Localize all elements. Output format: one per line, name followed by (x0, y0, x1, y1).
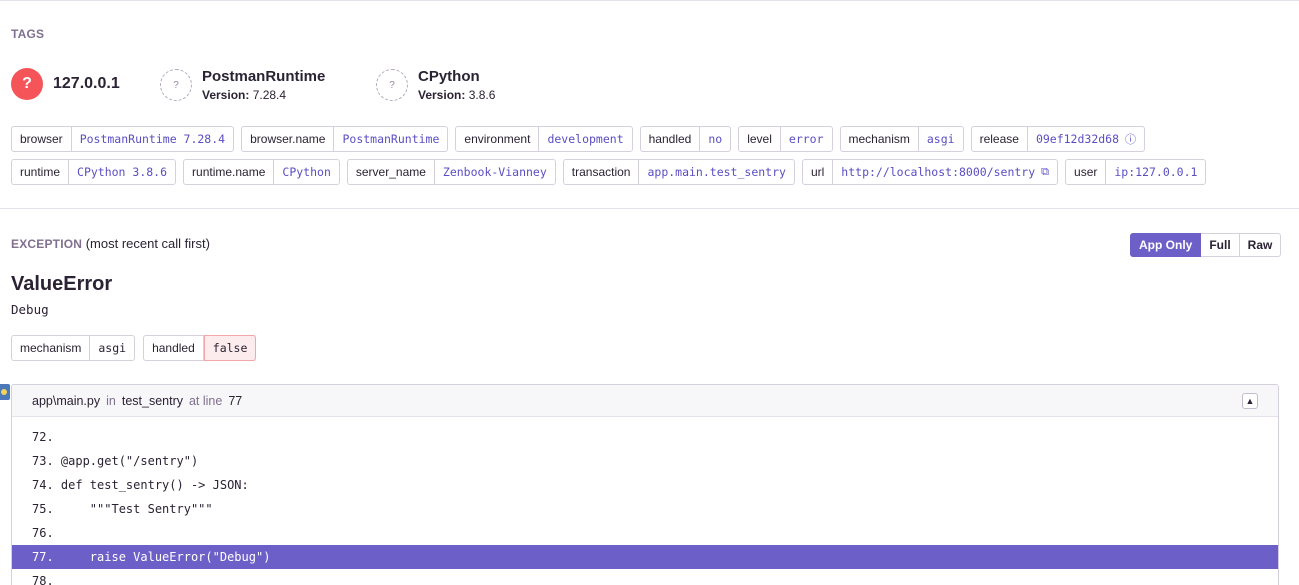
code-line: 73. @app.get("/sentry") (32, 454, 199, 468)
python-icon (0, 384, 10, 400)
exception-subtitle: (most recent call first) (85, 236, 210, 251)
external-link-icon[interactable]: ⧉ (1041, 165, 1049, 179)
unknown-runtime-icon: ? (376, 69, 408, 101)
tag-value[interactable]: Zenbook-Vianney (435, 160, 555, 184)
exception-section-title: EXCEPTION (most recent call first) (11, 236, 210, 251)
tag-key: environment (456, 127, 540, 151)
frame-header[interactable]: app\main.py in test_sentry at line 77 ▲ (12, 385, 1278, 417)
question-icon: ? (11, 68, 43, 100)
code-line: 76. (32, 526, 54, 540)
mechanism-tags: mechanism asgi handled false (11, 335, 263, 361)
code-line-active: 77. raise ValueError("Debug") (12, 545, 1278, 569)
context-browser-title: PostmanRuntime (202, 68, 326, 85)
tag-key: runtime (12, 160, 70, 184)
context-runtime-title: CPython (418, 68, 480, 85)
tag-key: handled (144, 336, 204, 360)
section-divider (0, 208, 1299, 209)
tag-environment[interactable]: environment development (455, 126, 633, 152)
tag-mechanism[interactable]: mechanism asgi (839, 126, 964, 152)
tag-value[interactable]: PostmanRuntime (334, 127, 447, 151)
tag-runtime-name[interactable]: runtime.name CPython (183, 159, 340, 185)
exception-type: ValueError (11, 273, 113, 295)
frame-line-number: 77 (228, 393, 243, 408)
tag-key: transaction (564, 160, 640, 184)
code-line: 75. """Test Sentry""" (32, 502, 213, 516)
tag-key: mechanism (841, 127, 919, 151)
tag-value[interactable]: 09ef12d32d68 ⓘ (1028, 127, 1144, 151)
tag-key: handled (641, 127, 701, 151)
context-browser-version: 7.28.4 (252, 88, 287, 102)
url-value: http://localhost:8000/sentry (841, 165, 1036, 179)
frame-function: test_sentry (121, 393, 183, 408)
tag-key: mechanism (12, 336, 91, 360)
context-runtime-version-label: Version: (418, 88, 466, 102)
tag-value[interactable]: CPython (274, 160, 338, 184)
tags-section-title: TAGS (11, 27, 45, 41)
full-button[interactable]: Full (1201, 233, 1240, 257)
app-only-button[interactable]: App Only (1130, 233, 1202, 257)
info-icon[interactable]: ⓘ (1125, 131, 1136, 147)
context-user: ? 127.0.0.1 (11, 68, 120, 100)
tag-value[interactable]: PostmanRuntime 7.28.4 (72, 127, 233, 151)
exception-value: Debug (11, 302, 49, 317)
tags-row-2: runtime CPython 3.8.6 runtime.name CPython… (11, 159, 1213, 185)
tag-key: browser.name (242, 127, 335, 151)
tag-value[interactable]: no (700, 127, 730, 151)
context-browser-version-label: Version: (202, 88, 250, 102)
chevron-up-icon[interactable]: ▲ (1242, 393, 1258, 409)
tag-release[interactable]: release 09ef12d32d68 ⓘ (970, 126, 1146, 152)
tag-server-name[interactable]: server_name Zenbook-Vianney (346, 159, 556, 185)
tag-value[interactable]: error (781, 127, 832, 151)
frame-filename: app\main.py (32, 393, 101, 408)
frame-in-label: in (106, 393, 116, 408)
code-line: 74. def test_sentry() -> JSON: (32, 478, 249, 492)
code-line: 78. (32, 574, 54, 585)
stack-frame: app\main.py in test_sentry at line 77 ▲ … (11, 384, 1279, 585)
tag-browser-name[interactable]: browser.name PostmanRuntime (241, 126, 449, 152)
tag-value: asgi (98, 341, 127, 355)
tag-value[interactable]: ip:127.0.0.1 (1106, 160, 1205, 184)
tag-value: false (203, 335, 257, 361)
tag-key: browser (12, 127, 72, 151)
context-runtime-version: 3.8.6 (468, 88, 496, 102)
tag-transaction[interactable]: transaction app.main.test_sentry (562, 159, 795, 185)
stacktrace-view-toggle: App Only Full Raw (1130, 233, 1282, 257)
tag-key: server_name (348, 160, 435, 184)
tag-value[interactable]: CPython 3.8.6 (69, 160, 175, 184)
tag-handled[interactable]: handled no (639, 126, 732, 152)
context-browser: ? PostmanRuntime Version: 7.28.4 (160, 68, 325, 102)
tag-key: runtime.name (184, 160, 275, 184)
top-divider (0, 0, 1299, 1)
tag-key: url (803, 160, 834, 184)
context-runtime: ? CPython Version: 3.8.6 (376, 68, 495, 102)
code-line: 72. (32, 430, 54, 444)
context-user-title: 127.0.0.1 (53, 75, 120, 92)
tag-key: level (739, 127, 781, 151)
tag-handled[interactable]: handled false (143, 335, 257, 361)
exception-title: EXCEPTION (11, 237, 83, 251)
unknown-browser-icon: ? (160, 69, 192, 101)
tag-url[interactable]: url http://localhost:8000/sentry ⧉ (801, 159, 1059, 185)
tag-level[interactable]: level error (738, 126, 833, 152)
tag-value[interactable]: app.main.test_sentry (639, 160, 793, 184)
tag-key: release (972, 127, 1028, 151)
tag-runtime[interactable]: runtime CPython 3.8.6 (11, 159, 177, 185)
tag-browser[interactable]: browser PostmanRuntime 7.28.4 (11, 126, 235, 152)
tag-key: user (1066, 160, 1107, 184)
code-context: 72. 73. @app.get("/sentry") 74. def test… (12, 417, 1278, 585)
tag-mechanism[interactable]: mechanism asgi (11, 335, 136, 361)
tag-value[interactable]: development (539, 127, 631, 151)
frame-line-label: at line (188, 393, 223, 408)
release-value: 09ef12d32d68 (1035, 132, 1120, 146)
tag-user[interactable]: user ip:127.0.0.1 (1065, 159, 1207, 185)
raw-button[interactable]: Raw (1239, 233, 1282, 257)
tag-value[interactable]: http://localhost:8000/sentry ⧉ (833, 160, 1057, 184)
tags-row-1: browser PostmanRuntime 7.28.4 browser.nam… (11, 126, 1152, 152)
tag-value[interactable]: asgi (919, 127, 963, 151)
